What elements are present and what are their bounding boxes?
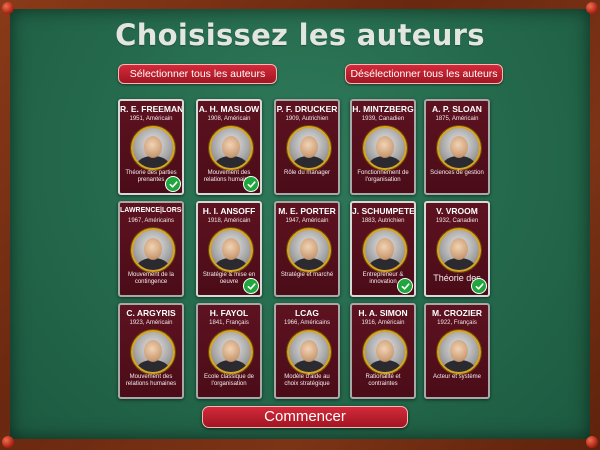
author-portrait [437,330,481,374]
author-name: R. E. FREEMAN [120,104,184,114]
author-description: Sciences de gestion [430,170,484,176]
checkmark-icon [471,278,487,294]
author-card[interactable]: M. E. PORTER 1947, Américain Stratégie et … [274,201,340,297]
author-card[interactable]: LCAG 1966, Américains Modèle d'aide au cho… [274,303,340,399]
author-name: LCAG [294,308,320,318]
author-portrait [287,126,331,170]
author-name: A. P. SLOAN [432,104,482,114]
author-card[interactable]: H. I. ANSOFF 1918, Américain Stratégie & m… [196,201,262,297]
author-name: H. MINTZBERG [352,104,414,114]
author-card[interactable]: R. E. FREEMAN 1951, Américain Théorie des … [118,99,184,195]
author-card[interactable]: C. ARGYRIS 1923, Américain Mouvement des r… [118,303,184,399]
author-portrait [209,126,253,170]
author-card[interactable]: H. FAYOL 1841, Français Ecole classique de… [196,303,262,399]
page-title: Choisissez les auteurs [115,18,485,52]
author-portrait [131,330,175,374]
author-name: P. F. DRUCKER [276,104,338,114]
checkmark-icon [243,176,259,192]
author-description: Mouvement des relations humaines [125,374,177,387]
author-portrait [363,330,407,374]
author-meta: 1947, Américain [285,218,329,224]
author-portrait [437,228,481,272]
start-button[interactable]: Commencer [202,406,408,428]
author-portrait [363,126,407,170]
checkmark-icon [397,278,413,294]
author-description: Rationalité et contraintes [365,374,401,387]
author-meta: 1967, Américains [127,218,175,224]
author-meta: 1841, Français [209,320,249,326]
author-card[interactable]: H. MINTZBERG 1939, Canadien Fonctionnement… [350,99,416,195]
select-all-button[interactable]: Sélectionner tous les auteurs [118,64,277,84]
author-card[interactable]: M. CROZIER 1922, Français Acteur et systèm… [424,303,490,399]
author-portrait [209,330,253,374]
author-meta: 1875, Américain [435,116,479,122]
author-portrait [287,330,331,374]
frame-corner-ornament [586,2,598,14]
author-description: Rôle du manager [283,170,331,176]
author-description: Ecole classique de l'organisation [203,374,255,387]
checkmark-icon [243,278,259,294]
frame-corner-ornament [2,2,14,14]
author-card[interactable]: P. F. DRUCKER 1909, Autrichien Rôle du man… [274,99,340,195]
author-portrait [131,228,175,272]
author-meta: 1966, Américains [283,320,331,326]
author-description: Acteur et système [432,374,482,380]
frame-corner-ornament [2,436,14,448]
author-portrait [437,126,481,170]
author-meta: 1918, Américain [207,218,251,224]
author-card[interactable]: J. SCHUMPETER 1883, Autrichien Entrepreneu… [350,201,416,297]
author-meta: 1909, Autrichien [285,116,329,122]
author-description: Fonctionnement de l'organisation [357,170,409,183]
author-name: V. VROOM [436,206,478,216]
author-meta: 1883, Autrichien [361,218,405,224]
author-meta: 1916, Américain [361,320,405,326]
author-name: H. I. ANSOFF [202,206,256,216]
author-card[interactable]: V. VROOM 1932, Canadien Théorie des [424,201,490,297]
author-description: Mouvement de la contingence [127,272,175,285]
author-meta: 1951, Américain [129,116,173,122]
author-card[interactable]: H. A. SIMON 1916, Américain Rationalité et… [350,303,416,399]
author-meta: 1939, Canadien [361,116,405,122]
author-meta: 1922, Français [437,320,477,326]
author-portrait [131,126,175,170]
author-name: H. A. SIMON [358,308,408,318]
checkmark-icon [165,176,181,192]
author-name: C. ARGYRIS [126,308,176,318]
author-name: A. H. MASLOW [198,104,260,114]
author-name: J. SCHUMPETER [352,206,416,216]
author-card[interactable]: A. P. SLOAN 1875, Américain Sciences de ge… [424,99,490,195]
author-name: LAWRENCE|LORSCH [120,207,182,214]
author-name: M. CROZIER [431,308,483,318]
author-name: M. E. PORTER [278,206,336,216]
frame-corner-ornament [586,436,598,448]
deselect-all-button[interactable]: Désélectionner tous les auteurs [345,64,503,84]
author-description: Modèle d'aide au choix stratégique [284,374,330,387]
author-meta: 1908, Américain [207,116,251,122]
author-description: Stratégie et marché [280,272,334,278]
author-card[interactable]: LAWRENCE|LORSCH 1967, Américains Mouvement… [118,201,184,297]
author-portrait [209,228,253,272]
author-card[interactable]: A. H. MASLOW 1908, Américain Mouvement des… [196,99,262,195]
author-name: H. FAYOL [209,308,249,318]
author-portrait [363,228,407,272]
author-portrait [287,228,331,272]
author-meta: 1923, Américain [129,320,173,326]
author-meta: 1932, Canadien [435,218,479,224]
